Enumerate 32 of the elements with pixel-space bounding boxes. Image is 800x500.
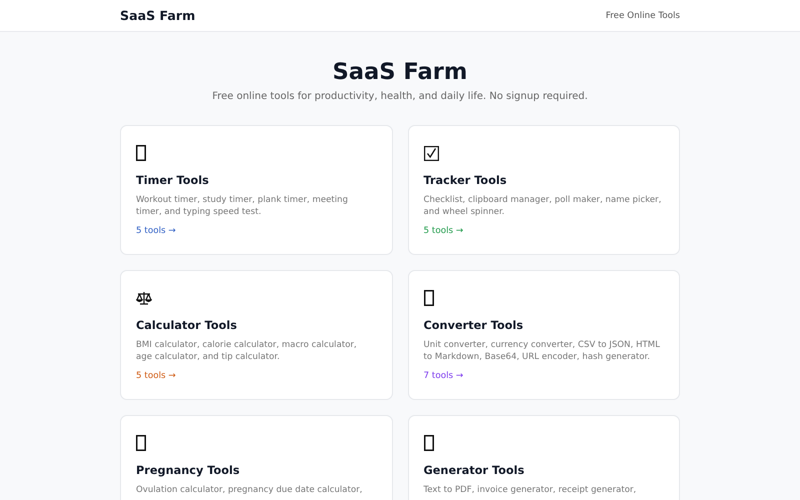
missing-glyph-icon <box>136 145 146 161</box>
card-title: Timer Tools <box>136 173 210 188</box>
missing-glyph-icon <box>424 435 434 451</box>
scales-icon <box>136 291 152 305</box>
card-description: Ovulation calculator, pregnancy due date calculator, <box>136 484 364 496</box>
tools-count-link[interactable]: 5 tools → <box>424 226 464 236</box>
tool-card[interactable]: Generator Tools Text to PDF, invoice generator, receipt generator, <box>408 415 680 500</box>
tool-card[interactable]: Pregnancy Tools Ovulation calculator, pregnancy due date calculator, <box>120 415 392 500</box>
card-title: Generator Tools <box>424 463 526 478</box>
card-description: Text to PDF, invoice generator, receipt generator, <box>424 484 638 496</box>
card-description: BMI calculator, calorie calculator, macro calculator, age calculator, and tip calculator. <box>136 339 358 363</box>
page-title: SaaS Farm <box>332 58 468 87</box>
brand-name[interactable]: SaaS Farm <box>120 8 196 23</box>
tools-count-link[interactable]: 5 tools → <box>136 226 176 236</box>
card-description: Workout timer, study timer, plank timer, meeting timer, and typing speed test. <box>136 194 349 218</box>
card-title: Tracker Tools <box>424 173 508 188</box>
tools-count-link[interactable]: 7 tools → <box>424 371 464 381</box>
card-description: Checklist, clipboard manager, poll maker, name picker, and wheel spinner. <box>424 194 662 218</box>
tool-card[interactable]: Calculator Tools BMI calculator, calorie calculator, macro calculator, age calculator, and tip calculator. 5 tools → <box>120 270 392 400</box>
tool-card[interactable]: Tracker Tools Checklist, clipboard manager, poll maker, name picker, and wheel spinner. 5 tools → <box>408 125 680 255</box>
missing-glyph-icon <box>424 290 434 306</box>
tool-card[interactable]: Timer Tools Workout timer, study timer, plank timer, meeting timer, and typing speed test. 5 tools → <box>120 125 392 255</box>
card-title: Calculator Tools <box>136 318 238 333</box>
missing-glyph-icon <box>136 435 146 451</box>
card-description: Unit converter, currency converter, CSV to JSON, HTML to Markdown, Base64, URL encoder, hash generator. <box>424 339 661 363</box>
page-subtitle: Free online tools for productivity, health, and daily life. No signup required. <box>211 91 589 102</box>
tools-count-link[interactable]: 5 tools → <box>136 371 176 381</box>
checkbox-icon <box>424 146 438 160</box>
card-title: Converter Tools <box>424 318 524 333</box>
card-title: Pregnancy Tools <box>136 463 241 478</box>
nav-link[interactable]: Free Online Tools <box>606 10 680 20</box>
tool-card[interactable]: Converter Tools Unit converter, currency converter, CSV to JSON, HTML to Markdown, Base64, URL encoder, hash generator. 7 tools → <box>408 270 680 400</box>
